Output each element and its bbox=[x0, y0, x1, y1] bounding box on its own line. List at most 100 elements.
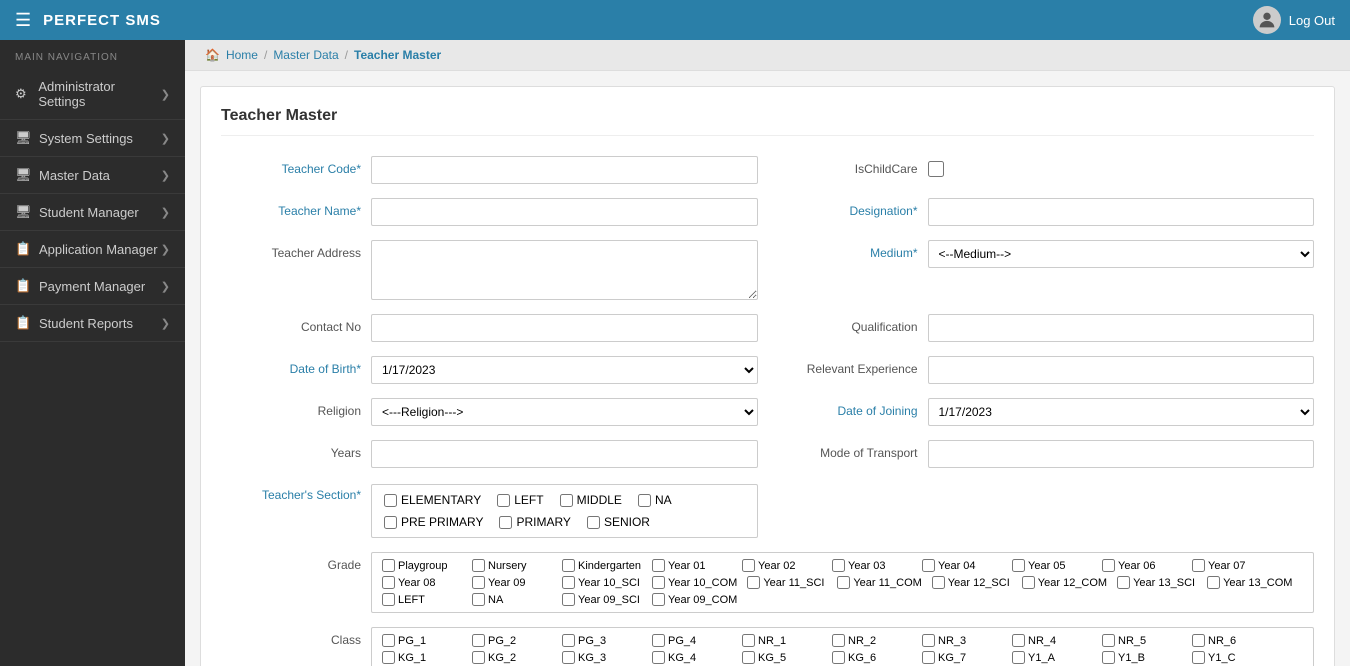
grade-year12-sci[interactable]: Year 12_SCI bbox=[932, 576, 1012, 589]
sidebar-item-administrator-settings[interactable]: ⚙ Administrator Settings ❯ bbox=[0, 69, 185, 120]
chevron-right-icon-7: ❯ bbox=[161, 317, 170, 330]
class-y1c[interactable]: Y1_C bbox=[1192, 651, 1272, 664]
grade-year11-sci[interactable]: Year 11_SCI bbox=[747, 576, 827, 589]
form-row-6: Religion <---Religion---> Date of Joinin… bbox=[221, 398, 1314, 426]
sidebar-item-student-manager[interactable]: 🖥 Student Manager ❯ bbox=[0, 194, 185, 231]
class-kg1[interactable]: KG_1 bbox=[382, 651, 462, 664]
breadcrumb-master-data[interactable]: Master Data bbox=[273, 48, 338, 62]
grade-year13-com[interactable]: Year 13_COM bbox=[1207, 576, 1292, 589]
class-kg3[interactable]: KG_3 bbox=[562, 651, 642, 664]
grade-year07[interactable]: Year 07 bbox=[1192, 559, 1272, 572]
teacher-address-textarea[interactable] bbox=[371, 240, 758, 300]
form-row-4: Contact No Qualification bbox=[221, 314, 1314, 342]
medium-select[interactable]: <--Medium--> bbox=[928, 240, 1315, 268]
sidebar: MAIN NAVIGATION ⚙ Administrator Settings… bbox=[0, 40, 185, 666]
medium-label: Medium* bbox=[778, 240, 918, 260]
class-y1b[interactable]: Y1_B bbox=[1102, 651, 1182, 664]
class-nr4[interactable]: NR_4 bbox=[1012, 634, 1092, 647]
mode-of-transport-input[interactable] bbox=[928, 440, 1315, 468]
section-primary[interactable]: PRIMARY bbox=[499, 515, 570, 529]
designation-label: Designation* bbox=[778, 198, 918, 218]
grade-box: Playgroup Nursery Kindergarten Year 01 Y… bbox=[371, 552, 1314, 613]
class-kg7[interactable]: KG_7 bbox=[922, 651, 1002, 664]
grade-year09-com[interactable]: Year 09_COM bbox=[652, 593, 737, 606]
logout-button[interactable]: Log Out bbox=[1289, 13, 1335, 28]
grade-kindergarten[interactable]: Kindergarten bbox=[562, 559, 642, 572]
section-pre-primary[interactable]: PRE PRIMARY bbox=[384, 515, 483, 529]
section-middle[interactable]: MIDDLE bbox=[560, 493, 622, 507]
sidebar-item-student-reports[interactable]: 📋 Student Reports ❯ bbox=[0, 305, 185, 342]
grade-year08[interactable]: Year 08 bbox=[382, 576, 462, 589]
grade-left[interactable]: LEFT bbox=[382, 593, 462, 606]
date-of-joining-select[interactable]: 1/17/2023 bbox=[928, 398, 1315, 426]
grade-year09-sci[interactable]: Year 09_SCI bbox=[562, 593, 642, 606]
section-elementary[interactable]: ELEMENTARY bbox=[384, 493, 481, 507]
breadcrumb-home[interactable]: Home bbox=[226, 48, 258, 62]
class-nr6[interactable]: NR_6 bbox=[1192, 634, 1272, 647]
religion-select[interactable]: <---Religion---> bbox=[371, 398, 758, 426]
sidebar-label-student-manager: Student Manager bbox=[39, 205, 139, 220]
class-nr5[interactable]: NR_5 bbox=[1102, 634, 1182, 647]
grade-na[interactable]: NA bbox=[472, 593, 552, 606]
class-pg1[interactable]: PG_1 bbox=[382, 634, 462, 647]
nav-label: MAIN NAVIGATION bbox=[0, 40, 185, 69]
avatar bbox=[1253, 6, 1281, 34]
form-row-3: Teacher Address Medium* <--Medium--> bbox=[221, 240, 1314, 300]
chevron-right-icon: ❯ bbox=[161, 88, 170, 101]
grade-year02[interactable]: Year 02 bbox=[742, 559, 822, 572]
grade-year11-com[interactable]: Year 11_COM bbox=[837, 576, 921, 589]
class-kg6[interactable]: KG_6 bbox=[832, 651, 912, 664]
class-pg2[interactable]: PG_2 bbox=[472, 634, 552, 647]
sidebar-item-master-data[interactable]: 🖥 Master Data ❯ bbox=[0, 157, 185, 194]
contact-no-input[interactable] bbox=[371, 314, 758, 342]
grade-nursery[interactable]: Nursery bbox=[472, 559, 552, 572]
class-pg4[interactable]: PG_4 bbox=[652, 634, 732, 647]
main-content: 🏠 Home / Master Data / Teacher Master Te… bbox=[185, 40, 1350, 666]
years-input[interactable] bbox=[371, 440, 758, 468]
sidebar-label-administrator-settings: Administrator Settings bbox=[38, 79, 160, 109]
section-na[interactable]: NA bbox=[638, 493, 672, 507]
class-nr1[interactable]: NR_1 bbox=[742, 634, 822, 647]
relevant-exp-label: Relevant Experience bbox=[778, 356, 918, 376]
sidebar-item-application-manager[interactable]: 📋 Application Manager ❯ bbox=[0, 231, 185, 268]
class-kg5[interactable]: KG_5 bbox=[742, 651, 822, 664]
grade-year10-com[interactable]: Year 10_COM bbox=[652, 576, 737, 589]
class-kg4[interactable]: KG_4 bbox=[652, 651, 732, 664]
grade-year01[interactable]: Year 01 bbox=[652, 559, 732, 572]
class-nr3[interactable]: NR_3 bbox=[922, 634, 1002, 647]
form-row-8: Teacher's Section* ELEMENTARY LEFT MIDDL… bbox=[221, 482, 1314, 538]
teacher-address-label: Teacher Address bbox=[221, 240, 361, 260]
class-nr2[interactable]: NR_2 bbox=[832, 634, 912, 647]
teachers-section-label: Teacher's Section* bbox=[221, 482, 361, 502]
breadcrumb-current: Teacher Master bbox=[354, 48, 441, 62]
sidebar-item-payment-manager[interactable]: 📋 Payment Manager ❯ bbox=[0, 268, 185, 305]
teacher-code-input[interactable] bbox=[371, 156, 758, 184]
grade-year12-com[interactable]: Year 12_COM bbox=[1022, 576, 1107, 589]
class-kg2[interactable]: KG_2 bbox=[472, 651, 552, 664]
grade-year06[interactable]: Year 06 bbox=[1102, 559, 1182, 572]
grade-year04[interactable]: Year 04 bbox=[922, 559, 1002, 572]
relevant-exp-input[interactable] bbox=[928, 356, 1315, 384]
designation-input[interactable] bbox=[928, 198, 1315, 226]
section-left[interactable]: LEFT bbox=[497, 493, 543, 507]
form-row-1: Teacher Code* IsChildCare bbox=[221, 156, 1314, 184]
grade-year13-sci[interactable]: Year 13_SCI bbox=[1117, 576, 1197, 589]
grade-playgroup[interactable]: Playgroup bbox=[382, 559, 462, 572]
grade-year05[interactable]: Year 05 bbox=[1012, 559, 1092, 572]
qualification-input[interactable] bbox=[928, 314, 1315, 342]
grade-year03[interactable]: Year 03 bbox=[832, 559, 912, 572]
teacher-name-input[interactable] bbox=[371, 198, 758, 226]
grade-year09[interactable]: Year 09 bbox=[472, 576, 552, 589]
section-senior[interactable]: SENIOR bbox=[587, 515, 650, 529]
menu-icon[interactable]: ☰ bbox=[15, 10, 31, 31]
grade-year10-sci[interactable]: Year 10_SCI bbox=[562, 576, 642, 589]
sidebar-item-system-settings[interactable]: 🖥 System Settings ❯ bbox=[0, 120, 185, 157]
student-icon: 🖥 bbox=[15, 204, 31, 220]
is-childcare-checkbox[interactable] bbox=[928, 161, 944, 177]
years-label: Years bbox=[221, 440, 361, 460]
class-y1a[interactable]: Y1_A bbox=[1012, 651, 1092, 664]
sidebar-label-master-data: Master Data bbox=[39, 168, 110, 183]
dob-select[interactable]: 1/17/2023 bbox=[371, 356, 758, 384]
form-row-10: Class PG_1 PG_2 PG_3 PG_4 NR_1 NR_2 NR_3… bbox=[221, 627, 1314, 666]
class-pg3[interactable]: PG_3 bbox=[562, 634, 642, 647]
